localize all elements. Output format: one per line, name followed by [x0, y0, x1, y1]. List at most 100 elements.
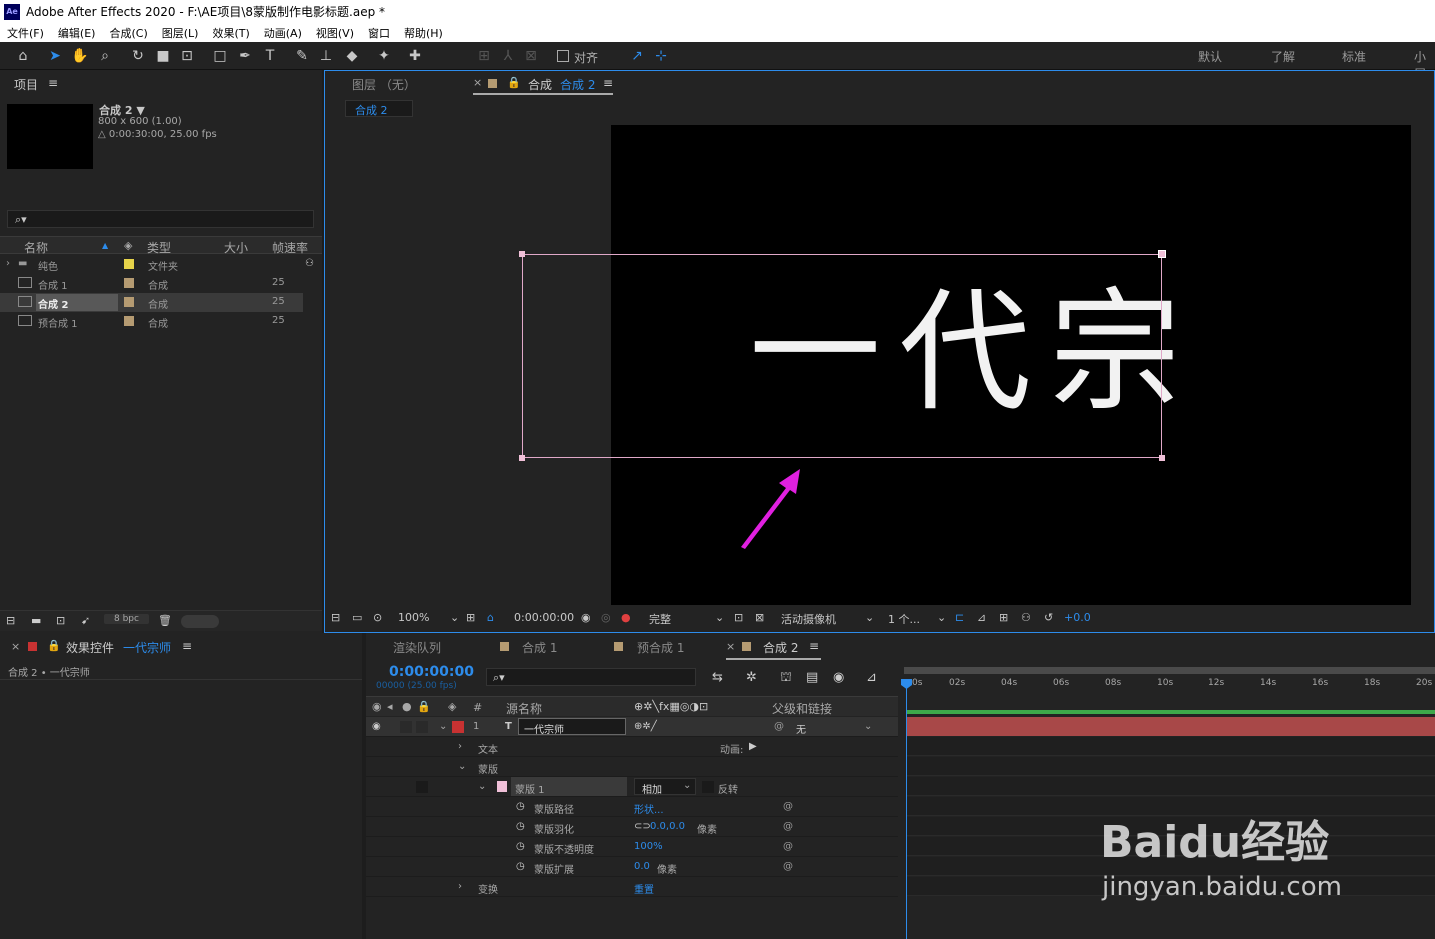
tab-layer-viewer[interactable]: 图层 （无）	[352, 76, 416, 93]
view-layout-dropdown[interactable]: 1 个...	[888, 611, 920, 627]
color-channels-icon[interactable]: ●	[621, 611, 631, 624]
pen-tool-icon[interactable]: ✒	[235, 46, 255, 66]
chevron-down-icon[interactable]: ⌄	[450, 611, 459, 624]
transform-property-group[interactable]: › 变换 重置	[366, 877, 898, 897]
camera-tool-icon[interactable]: ■	[153, 46, 173, 66]
comp-flowchart-icon[interactable]: ⇆	[712, 670, 723, 685]
column-name[interactable]: 名称	[24, 239, 48, 256]
timecode-display[interactable]: 0:00:00:00	[514, 611, 574, 624]
chevron-down-icon[interactable]: ⌄	[864, 721, 872, 732]
delete-icon[interactable]: 🗑	[158, 614, 172, 627]
switches-icon[interactable]: ⊕✲╲fx▦◎◑⊡	[634, 700, 708, 713]
flowchart-icon[interactable]: ⚇	[305, 258, 314, 269]
timeline-icon[interactable]: ⊞	[999, 611, 1008, 624]
mask-vertex-handle[interactable]	[1158, 250, 1166, 258]
text-property-group[interactable]: › 文本 动画: ▶	[366, 737, 898, 757]
mask-feather-value[interactable]: 0.0,0.0	[650, 821, 685, 832]
constrain-link-icon[interactable]: ⊂⊃	[634, 821, 651, 832]
project-item-comp1[interactable]: 合成 1 合成 25	[0, 274, 303, 293]
panel-menu-icon[interactable]: ≡	[48, 76, 58, 90]
layer-duration-bar[interactable]	[906, 717, 1435, 736]
flowchart-icon[interactable]: ⚇	[1021, 611, 1031, 624]
label-tag-icon[interactable]: ◈	[124, 239, 132, 252]
column-frame-rate[interactable]: 帧速率	[272, 239, 308, 256]
mask-vertex-handle[interactable]	[1159, 455, 1165, 461]
current-time-display[interactable]: 0:00:00:00	[389, 664, 474, 680]
new-folder-icon[interactable]: ▬	[31, 614, 41, 627]
toggle-pixel-aspect-icon[interactable]: ⊏	[955, 611, 964, 624]
menu-file[interactable]: 文件(F)	[7, 25, 44, 41]
effect-controls-title[interactable]: 效果控件	[66, 639, 114, 656]
mask-path-value[interactable]: 形状...	[634, 801, 664, 816]
column-source-name[interactable]: 源名称	[506, 700, 542, 717]
camera-view-dropdown[interactable]: 活动摄像机	[781, 611, 836, 627]
menu-window[interactable]: 窗口	[368, 25, 390, 41]
comp-breadcrumb[interactable]: 合成 2	[345, 100, 413, 117]
home-icon[interactable]: ⌂	[13, 46, 33, 66]
mask-color-swatch[interactable]	[497, 781, 507, 792]
chevron-down-icon[interactable]: ⌄	[865, 611, 874, 624]
workspace-default[interactable]: 默认	[1198, 48, 1222, 65]
panel-menu-icon[interactable]: ≡	[809, 639, 819, 653]
draft-3d-icon[interactable]: ✲	[746, 670, 757, 685]
effect-controls-layer[interactable]: 一代宗师	[123, 639, 171, 656]
panel-menu-icon[interactable]: ≡	[603, 76, 613, 90]
project-item-solids[interactable]: › ▬ 纯色 文件夹 ⚇	[0, 255, 314, 274]
mask-feather-row[interactable]: ◷ 蒙版羽化 ⊂⊃ 0.0,0.0 像素 @	[366, 817, 898, 837]
shy-layers-icon[interactable]: ⛫	[780, 670, 792, 687]
mask-bounding-box[interactable]	[522, 254, 1162, 458]
tab-comp2[interactable]: 合成 2	[763, 639, 798, 656]
transparency-grid-icon[interactable]: ⊠	[755, 611, 764, 624]
puppet-tool-icon[interactable]: ✚	[405, 46, 425, 66]
menu-edit[interactable]: 编辑(E)	[58, 25, 96, 41]
region-of-interest-icon[interactable]: ⊡	[734, 611, 743, 624]
tab-comp1[interactable]: 合成 1	[522, 639, 557, 656]
snap-checkbox[interactable]	[557, 50, 569, 62]
mask-mode-dropdown[interactable]: 相加 ⌄	[634, 778, 696, 796]
rectangle-tool-icon[interactable]: □	[210, 46, 230, 66]
menu-animation[interactable]: 动画(A)	[264, 25, 302, 41]
invert-checkbox[interactable]	[702, 781, 714, 793]
column-size[interactable]: 大小	[224, 239, 248, 256]
stopwatch-icon[interactable]: ◷	[516, 801, 525, 812]
graph-editor-icon[interactable]: ⊿	[866, 670, 877, 685]
lock-icon[interactable]: 🔒	[507, 76, 521, 89]
lock-icon[interactable]: 🔒	[417, 700, 431, 713]
comp-tab-prefix[interactable]: 合成	[528, 76, 552, 93]
label-tag-icon[interactable]: ◈	[448, 700, 456, 713]
pickwhip-icon[interactable]: @	[774, 721, 784, 732]
reset-exposure-icon[interactable]: ↺	[1044, 611, 1053, 624]
resolution-dropdown[interactable]: 完整	[649, 611, 671, 627]
always-preview-icon[interactable]: ⊟	[331, 611, 340, 624]
monitor-icon[interactable]: ▭	[352, 611, 362, 624]
chevron-down-icon[interactable]: ⌄	[458, 761, 466, 772]
close-icon[interactable]: ×	[11, 640, 20, 653]
time-ruler[interactable]: 0s 02s 04s 06s 08s 10s 12s 14s 16s 18s 2…	[900, 667, 1435, 697]
clone-stamp-tool-icon[interactable]: ⊥	[316, 46, 336, 66]
view-axis-icon[interactable]: ⊠	[521, 46, 541, 66]
close-icon[interactable]: ×	[726, 640, 735, 653]
frame-blending-icon[interactable]: ▤	[806, 670, 818, 685]
camera-snapshot-icon[interactable]: ◉	[581, 611, 591, 624]
mask-vertex-handle[interactable]	[519, 251, 525, 257]
selection-tool-icon[interactable]: ➤	[45, 46, 65, 66]
workspace-learn[interactable]: 了解	[1271, 48, 1295, 65]
mask-opacity-row[interactable]: ◷ 蒙版不透明度 100% @	[366, 837, 898, 857]
column-parent[interactable]: 父级和链接	[772, 700, 832, 717]
expand-arrow-icon[interactable]: ›	[6, 258, 10, 269]
expand-arrow-icon[interactable]: ›	[458, 881, 462, 892]
workspace-standard[interactable]: 标准	[1342, 48, 1366, 65]
label-color-swatch[interactable]	[124, 316, 134, 326]
chevron-down-icon[interactable]: ⌄	[439, 721, 447, 732]
project-item-precomp1[interactable]: 预合成 1 合成 25	[0, 312, 303, 331]
timeline-search-input[interactable]: ⌕▾	[486, 668, 696, 686]
zoom-dropdown[interactable]: 100%	[398, 611, 429, 624]
mask-visibility-icon[interactable]: ⌂	[487, 611, 494, 624]
work-area-bar[interactable]	[904, 667, 1435, 674]
fast-previews-icon[interactable]: ⊿	[977, 611, 986, 624]
eye-icon[interactable]: ◉	[372, 700, 382, 713]
label-color-swatch[interactable]	[124, 259, 134, 269]
bit-depth-button[interactable]: 8 bpc	[104, 614, 149, 624]
pickwhip-icon[interactable]: @	[783, 801, 793, 812]
roto-brush-tool-icon[interactable]: ✦	[374, 46, 394, 66]
